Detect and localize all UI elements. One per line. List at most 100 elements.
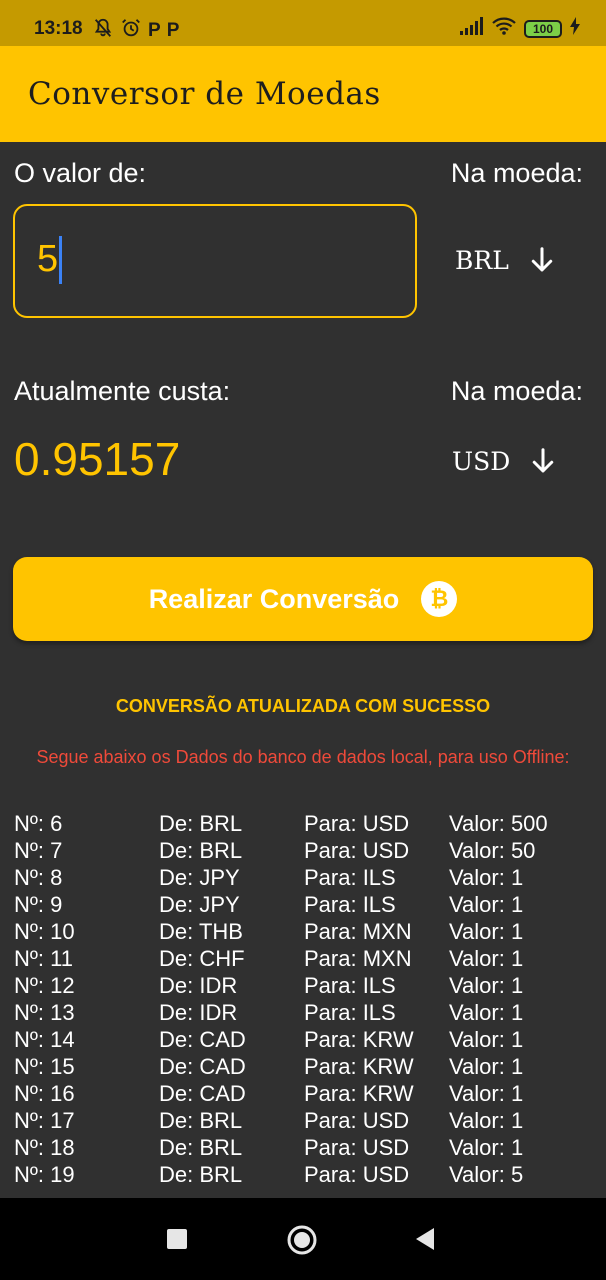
list-item: Nº: 14 De: CAD Para: KRW Valor: 1 [14, 1026, 594, 1053]
record-id: Nº: 18 [14, 1134, 75, 1160]
square-recent-apps-icon[interactable] [166, 1228, 188, 1255]
record-id: Nº: 11 [14, 945, 73, 971]
list-item: Nº: 9 De: JPY Para: ILS Valor: 1 [14, 891, 594, 918]
record-to: Para: USD [304, 1107, 410, 1133]
notifications-off-icon [92, 17, 114, 44]
bitcoin-icon: ₿ [421, 581, 458, 617]
record-value: Valor: 500 [449, 810, 548, 836]
record-value: Valor: 1 [449, 945, 524, 971]
record-from: De: BRL [159, 837, 243, 863]
record-to: Para: USD [304, 837, 410, 863]
record-value: Valor: 50 [449, 837, 536, 863]
record-value: Valor: 1 [449, 891, 524, 917]
status-time: 13:18 [34, 18, 83, 39]
p-app-icon: P [148, 19, 161, 41]
app-bar: Conversor de Moedas [0, 46, 606, 142]
status-bar: 13:18 P P 100 [0, 0, 606, 46]
result-label: Atualmente custa: [14, 376, 231, 406]
charging-icon [570, 17, 580, 40]
from-currency-label: Na moeda: [450, 158, 583, 188]
wifi-icon [492, 17, 516, 40]
record-id: Nº: 8 [14, 864, 63, 890]
record-from: De: BRL [159, 1161, 243, 1187]
list-item: Nº: 10 De: THB Para: MXN Valor: 1 [14, 918, 594, 945]
from-currency-select[interactable]: BRL [455, 245, 557, 275]
record-id: Nº: 7 [14, 837, 63, 863]
value-input[interactable]: 5 [13, 204, 417, 318]
record-to: Para: KRW [304, 1026, 414, 1052]
arrow-down-icon [528, 446, 558, 476]
value-label: O valor de: [14, 158, 147, 188]
record-to: Para: USD [304, 1161, 410, 1187]
to-currency-value: USD [452, 446, 511, 476]
from-currency-value: BRL [455, 245, 509, 275]
record-id: Nº: 17 [14, 1107, 75, 1133]
record-value: Valor: 1 [449, 1134, 524, 1160]
to-currency-select[interactable]: USD [452, 446, 558, 476]
list-item: Nº: 19 De: BRL Para: USD Valor: 5 [14, 1161, 594, 1188]
record-from: De: BRL [159, 810, 243, 836]
record-to: Para: MXN [304, 918, 412, 944]
records-list: Nº: 6 De: BRL Para: USD Valor: 500 Nº: 7… [14, 810, 594, 1188]
record-to: Para: ILS [304, 972, 396, 998]
record-to: Para: KRW [304, 1053, 414, 1079]
record-value: Valor: 1 [449, 1053, 524, 1079]
system-nav-bar [0, 1198, 606, 1280]
record-to: Para: USD [304, 1134, 410, 1160]
list-item: Nº: 18 De: BRL Para: USD Valor: 1 [14, 1134, 594, 1161]
to-currency-label: Na moeda: [450, 376, 583, 406]
record-id: Nº: 15 [14, 1053, 75, 1079]
result-value: 0.95157 [14, 433, 181, 485]
list-item: Nº: 15 De: CAD Para: KRW Valor: 1 [14, 1053, 594, 1080]
status-icons-left: P P [92, 17, 179, 44]
value-input-text: 5 [37, 238, 59, 280]
record-value: Valor: 5 [449, 1161, 524, 1187]
record-to: Para: ILS [304, 891, 396, 917]
app-title: Conversor de Moedas [28, 76, 381, 112]
list-item: Nº: 7 De: BRL Para: USD Valor: 50 [14, 837, 594, 864]
triangle-back-icon[interactable] [414, 1227, 436, 1256]
record-to: Para: KRW [304, 1080, 414, 1106]
list-item: Nº: 13 De: IDR Para: ILS Valor: 1 [14, 999, 594, 1026]
record-from: De: CHF [159, 945, 245, 971]
record-from: De: BRL [159, 1107, 243, 1133]
record-to: Para: USD [304, 810, 410, 836]
list-item: Nº: 11 De: CHF Para: MXN Valor: 1 [14, 945, 594, 972]
record-value: Valor: 1 [449, 1026, 524, 1052]
record-from: De: JPY [159, 891, 240, 917]
record-to: Para: ILS [304, 864, 396, 890]
list-item: Nº: 16 De: CAD Para: KRW Valor: 1 [14, 1080, 594, 1107]
alarm-icon [120, 17, 142, 44]
battery-icon: 100 [524, 19, 562, 38]
record-value: Valor: 1 [449, 1107, 524, 1133]
record-id: Nº: 10 [14, 918, 75, 944]
success-message: CONVERSÃO ATUALIZADA COM SUCESSO [115, 696, 491, 716]
offline-info-message: Segue abaixo os Dados do banco de dados … [36, 747, 570, 767]
record-from: De: BRL [159, 1134, 243, 1160]
record-value: Valor: 1 [449, 864, 524, 890]
record-from: De: CAD [159, 1080, 246, 1106]
record-id: Nº: 13 [14, 999, 75, 1025]
circle-home-icon[interactable] [286, 1224, 318, 1261]
record-from: De: CAD [159, 1053, 246, 1079]
record-to: Para: ILS [304, 999, 396, 1025]
signal-icon [460, 17, 484, 40]
convert-button[interactable]: Realizar Conversão ₿ [13, 557, 593, 641]
record-from: De: IDR [159, 999, 238, 1025]
record-value: Valor: 1 [449, 1080, 524, 1106]
record-id: Nº: 16 [14, 1080, 75, 1106]
record-value: Valor: 1 [449, 999, 524, 1025]
convert-button-label: Realizar Conversão [148, 583, 400, 614]
record-id: Nº: 12 [14, 972, 75, 998]
p-app-icon-2: P [166, 19, 180, 41]
record-value: Valor: 1 [449, 918, 524, 944]
list-item: Nº: 6 De: BRL Para: USD Valor: 500 [14, 810, 594, 837]
record-id: Nº: 6 [14, 810, 63, 836]
record-id: Nº: 9 [14, 891, 63, 917]
record-value: Valor: 1 [449, 972, 524, 998]
record-from: De: IDR [159, 972, 238, 998]
record-from: De: THB [159, 918, 243, 944]
record-id: Nº: 14 [14, 1026, 75, 1052]
record-id: Nº: 19 [14, 1161, 75, 1187]
record-to: Para: MXN [304, 945, 412, 971]
